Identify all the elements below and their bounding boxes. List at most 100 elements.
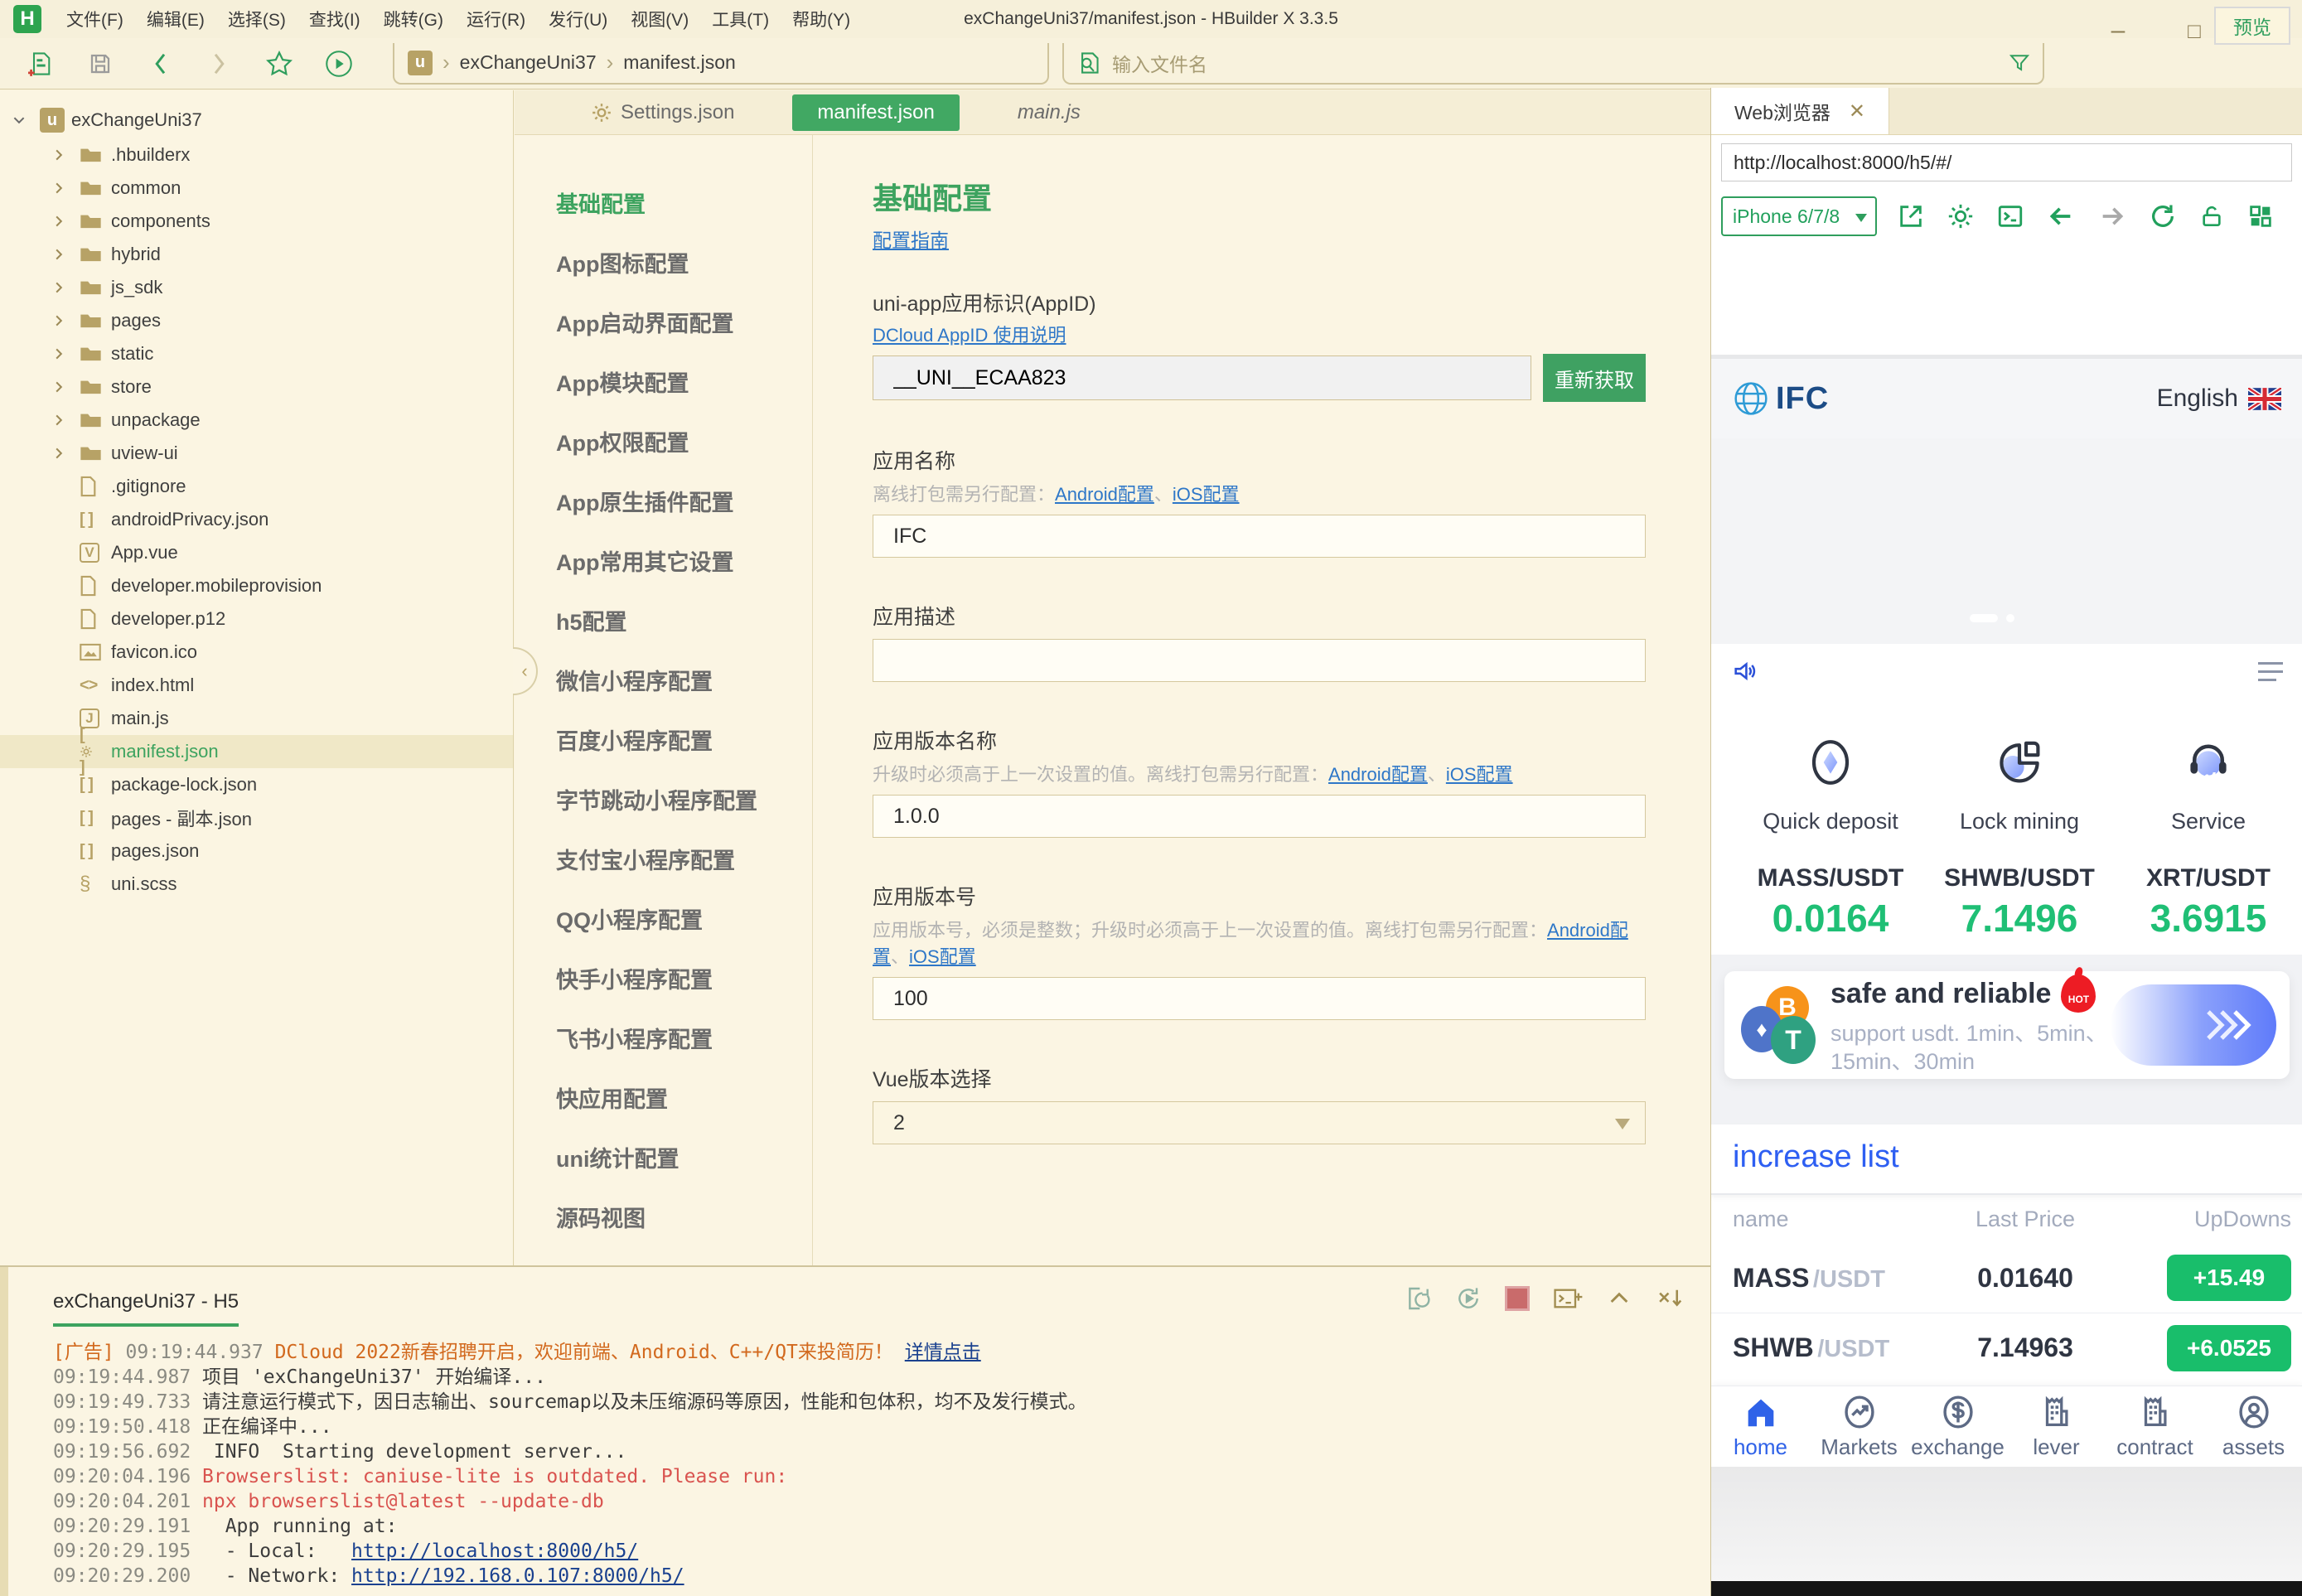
manifest-nav-item[interactable]: App常用其它设置 xyxy=(556,544,812,604)
tree-item[interactable]: [ ] androidPrivacy.json xyxy=(0,503,513,536)
manifest-nav-item[interactable]: App权限配置 xyxy=(556,425,812,485)
console-link[interactable]: http://192.168.0.107:8000/h5/ xyxy=(351,1565,684,1587)
tree-item[interactable]: § uni.scss xyxy=(0,868,513,901)
save-button[interactable] xyxy=(81,51,119,76)
menu-item[interactable]: 帮助(Y) xyxy=(781,6,862,35)
promo-banner[interactable]: B ♦ T safe and reliable HOT support usdt… xyxy=(1724,971,2290,1079)
bottom-nav-home[interactable]: home xyxy=(1711,1386,1810,1467)
refresh-log-icon[interactable] xyxy=(1405,1285,1432,1312)
menu-item[interactable]: 工具(T) xyxy=(700,6,781,35)
tree-item[interactable]: [ ] pages - 副本.json xyxy=(0,801,513,834)
tree-item[interactable]: [ ] pages.json xyxy=(0,834,513,868)
tree-item[interactable]: V App.vue xyxy=(0,536,513,569)
feature-column[interactable]: Quick deposit MASS/USDT 0.0164 15.49% xyxy=(1736,736,1925,979)
feature-column[interactable]: Lock mining SHWB/USDT 7.1496 6.05% xyxy=(1925,736,2114,979)
manifest-nav-item[interactable]: App模块配置 xyxy=(556,365,812,425)
bottom-nav-Markets[interactable]: Markets xyxy=(1810,1386,1908,1467)
tree-item[interactable]: pages xyxy=(0,304,513,337)
grid-icon[interactable] xyxy=(2246,202,2275,230)
device-select[interactable]: iPhone 6/7/8 xyxy=(1721,196,1877,236)
console-link[interactable]: http://localhost:8000/h5/ xyxy=(351,1540,638,1562)
run-button[interactable] xyxy=(320,50,358,78)
tree-item[interactable]: components xyxy=(0,205,513,238)
manifest-nav-item[interactable]: App启动界面配置 xyxy=(556,306,812,365)
clear-icon[interactable] xyxy=(1656,1285,1685,1312)
menu-item[interactable]: 编辑(E) xyxy=(135,6,216,35)
table-row[interactable]: MASS /USDT 0.01640 +15.49 xyxy=(1711,1243,2302,1313)
tree-item[interactable]: js_sdk xyxy=(0,271,513,304)
forward-button[interactable] xyxy=(201,51,239,76)
description-input[interactable] xyxy=(873,639,1646,682)
forward-arrow-icon[interactable] xyxy=(2097,202,2127,230)
open-external-icon[interactable] xyxy=(1897,202,1925,230)
bookmark-star-button[interactable] xyxy=(260,50,298,77)
version-name-input[interactable] xyxy=(873,795,1646,838)
appid-doc-link[interactable]: DCloud AppID 使用说明 xyxy=(873,325,1066,346)
ios-config-link[interactable]: iOS配置 xyxy=(1173,484,1240,505)
stop-icon[interactable] xyxy=(1505,1286,1530,1311)
manifest-nav-item[interactable]: 源码视图 xyxy=(556,1201,812,1260)
manifest-nav-item[interactable]: uni统计配置 xyxy=(556,1141,812,1201)
url-input[interactable] xyxy=(1721,143,2292,181)
manifest-nav-item[interactable]: 字节跳动小程序配置 xyxy=(556,783,812,843)
editor-tab[interactable]: Settings.json xyxy=(566,90,759,134)
menu-item[interactable]: 视图(V) xyxy=(619,6,700,35)
tree-item[interactable]: J main.js xyxy=(0,702,513,735)
manifest-nav-item[interactable]: h5配置 xyxy=(556,604,812,664)
bottom-nav-exchange[interactable]: exchange xyxy=(1908,1386,2007,1467)
manifest-nav-item[interactable]: 快手小程序配置 xyxy=(556,962,812,1022)
settings-gear-icon[interactable] xyxy=(1947,202,1975,230)
tree-item[interactable]: unpackage xyxy=(0,404,513,437)
close-icon[interactable]: ✕ xyxy=(1849,99,1865,123)
ios-config-link[interactable]: iOS配置 xyxy=(1446,764,1513,785)
manifest-nav-item[interactable]: App图标配置 xyxy=(556,246,812,306)
appid-refresh-button[interactable]: 重新获取 xyxy=(1543,354,1646,402)
android-config-link[interactable]: Android配置 xyxy=(1328,764,1428,785)
restart-icon[interactable] xyxy=(1455,1285,1482,1312)
new-file-button[interactable] xyxy=(22,51,60,77)
menu-item[interactable]: 发行(U) xyxy=(537,6,619,35)
menu-item[interactable]: 查找(I) xyxy=(297,6,372,35)
new-terminal-icon[interactable] xyxy=(1553,1285,1583,1312)
tree-item[interactable]: [ ] package-lock.json xyxy=(0,768,513,801)
vue-version-select[interactable]: 2 xyxy=(873,1101,1646,1144)
file-search-input[interactable]: 输入文件名 xyxy=(1062,42,2044,85)
tree-item[interactable]: favicon.ico xyxy=(0,636,513,669)
filter-funnel-icon[interactable] xyxy=(2008,51,2031,75)
menu-item[interactable]: 运行(R) xyxy=(455,6,537,35)
collapse-icon[interactable] xyxy=(1606,1285,1632,1312)
menu-item[interactable]: 跳转(G) xyxy=(372,6,455,35)
refresh-icon[interactable] xyxy=(2149,202,2177,230)
app-name-input[interactable] xyxy=(873,515,1646,558)
back-button[interactable] xyxy=(141,51,179,76)
breadcrumb-file[interactable]: manifest.json xyxy=(623,51,736,74)
tree-item[interactable]: developer.mobileprovision xyxy=(0,569,513,602)
tree-item[interactable]: [] manifest.json xyxy=(0,726,513,776)
browser-tab[interactable]: Web浏览器 ✕ xyxy=(1711,88,1889,134)
tree-item[interactable]: developer.p12 xyxy=(0,602,513,636)
devtools-icon[interactable] xyxy=(1996,202,2024,230)
tree-item[interactable]: static xyxy=(0,337,513,370)
console-tab[interactable]: exChangeUni37 - H5 xyxy=(53,1290,239,1327)
manifest-nav-item[interactable]: 百度小程序配置 xyxy=(556,723,812,783)
preview-button[interactable]: 预览 xyxy=(2214,7,2290,45)
manifest-nav-item[interactable]: 支付宝小程序配置 xyxy=(556,843,812,902)
console-link[interactable]: 详情点击 xyxy=(905,1342,981,1363)
android-config-link[interactable]: Android配置 xyxy=(1055,484,1154,505)
menu-item[interactable]: 选择(S) xyxy=(216,6,297,35)
feature-column[interactable]: Service XRT/USDT 3.6915 0.40% xyxy=(2114,736,2302,979)
version-code-input[interactable] xyxy=(873,977,1646,1020)
bottom-nav-lever[interactable]: lever xyxy=(2007,1386,2106,1467)
appid-input[interactable] xyxy=(873,355,1531,400)
tree-item[interactable]: <> index.html xyxy=(0,669,513,702)
manifest-nav-item[interactable]: 基础配置 xyxy=(556,186,812,246)
tree-item[interactable]: .hbuilderx xyxy=(0,138,513,172)
banner-carousel[interactable] xyxy=(1711,438,2302,644)
tree-item[interactable]: .gitignore xyxy=(0,470,513,503)
language-switch[interactable]: English xyxy=(2157,384,2281,413)
manifest-nav-item[interactable]: 快应用配置 xyxy=(556,1081,812,1141)
breadcrumb[interactable]: u › exChangeUni37 › manifest.json xyxy=(393,42,1049,85)
menu-item[interactable]: 文件(F) xyxy=(55,6,135,35)
manifest-nav-item[interactable]: QQ小程序配置 xyxy=(556,902,812,962)
manifest-nav-item[interactable]: App原生插件配置 xyxy=(556,485,812,544)
